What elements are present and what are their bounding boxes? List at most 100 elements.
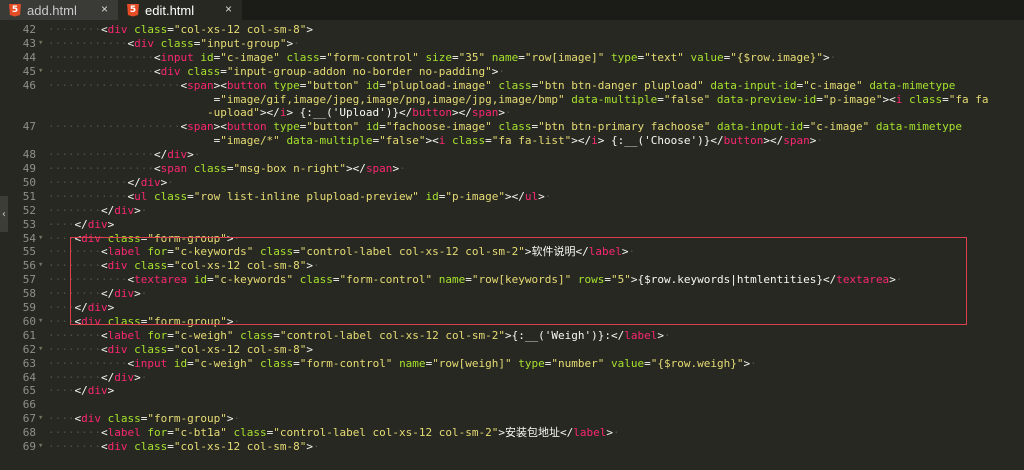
code-line: ········<div class="col-xs-12 col-sm-8">…	[48, 259, 320, 272]
code-token: div	[107, 440, 128, 453]
code-token: class	[299, 273, 333, 287]
fold-arrow-icon[interactable]: ▾	[38, 65, 46, 78]
code-token: class	[240, 328, 274, 342]
code-token: class	[134, 342, 168, 356]
fold-arrow-icon[interactable]: ▾	[38, 259, 46, 272]
line-number: 44	[22, 50, 36, 64]
code-token: div	[87, 384, 108, 398]
code-token: div	[107, 342, 128, 356]
code-token: =	[167, 440, 174, 453]
code-token: id	[200, 50, 214, 64]
code-token: ············	[48, 356, 128, 370]
code-line: = "image/gif,image/jpeg,image/png,image/j…	[48, 92, 989, 106]
code-line: ····<div class="form-group">·	[48, 232, 240, 245]
fold-arrow-icon[interactable]: ▾	[38, 343, 46, 356]
code-token: input	[160, 50, 194, 64]
line-number: 43	[22, 36, 36, 50]
code-token: 软件说明	[531, 245, 576, 259]
code-token: "plupload-image"	[385, 78, 492, 92]
fold-arrow-icon[interactable]: ▾	[38, 37, 46, 50]
code-token: data-mimetype	[869, 78, 956, 92]
code-line: ········<div class="col-xs-12 col-sm-8">	[48, 343, 313, 356]
code-token: =	[379, 78, 386, 92]
code-token: =	[293, 356, 300, 370]
code-token: "form-group"	[147, 314, 227, 328]
code-token: ········	[48, 245, 101, 259]
code-token: =	[220, 64, 227, 78]
code-token: div	[160, 64, 181, 78]
code-line: ····<div class="form-group">·	[48, 412, 240, 425]
code-token: >	[889, 273, 896, 287]
code-token: "c-weigh"	[193, 356, 254, 370]
code-token: div	[114, 203, 135, 217]
code-token: id	[365, 120, 380, 134]
code-token: ············	[48, 36, 128, 50]
code-token: class	[107, 412, 141, 426]
code-token: "btn btn-danger plupload"	[538, 78, 704, 92]
code-token: "fa fa	[948, 92, 989, 106]
fold-arrow-icon[interactable]: ▾	[38, 315, 46, 328]
code-token: for	[147, 328, 168, 342]
code-token: =	[187, 356, 194, 370]
code-token: ····················	[48, 120, 181, 134]
code-token: class	[107, 314, 141, 328]
code-token: >	[306, 342, 313, 356]
code-token: >	[107, 301, 115, 314]
code-token: ·	[233, 412, 241, 426]
code-token: ········	[48, 287, 101, 301]
code-token: span	[783, 134, 810, 148]
code-token: ><	[213, 78, 227, 92]
code-line: ····</div>	[48, 384, 114, 397]
code-line: ····<div class="form-group">·	[48, 315, 240, 328]
code-token: ·	[750, 356, 757, 370]
tab-edit-html[interactable]: 5 edit.html ×	[118, 0, 242, 20]
code-line: ····················<span><button type="…	[48, 120, 962, 133]
code-token: ·	[140, 287, 148, 301]
code-token: "35"	[458, 50, 486, 64]
code-token: >	[107, 217, 115, 231]
code-line: ········<label for="c-weigh" class="cont…	[48, 329, 671, 342]
code-token: ></	[571, 134, 592, 148]
code-token: "number"	[551, 356, 605, 370]
line-number: 60	[22, 314, 36, 328]
sidebar-toggle-icon[interactable]: ‹	[0, 196, 8, 232]
line-number: 48	[22, 148, 36, 162]
code-token: class	[259, 245, 294, 259]
code-token: textarea	[134, 273, 188, 287]
code-editor[interactable]: 42 43 ▾ 44 45 ▾ 46 47 48 49 50 51 52 53 54 ▾ 55 56 ▾ 57 58 59…	[0, 20, 1024, 470]
code-token: div	[87, 301, 108, 314]
tab-add-html[interactable]: 5 add.html ×	[0, 0, 118, 20]
line-number: 45	[22, 64, 36, 78]
code-token: class	[134, 23, 168, 36]
fold-arrow-icon[interactable]: ▾	[38, 412, 46, 425]
close-icon[interactable]: ×	[225, 2, 232, 16]
fold-arrow-icon[interactable]: ▾	[38, 440, 46, 453]
code-token: class	[498, 120, 532, 134]
code-token: ········	[48, 203, 101, 217]
code-token: name	[399, 356, 426, 370]
code-token: div	[114, 287, 135, 301]
code-token: <	[100, 440, 108, 453]
line-number: 42	[22, 23, 36, 36]
code-line: ············<input id="c-weigh" class="f…	[48, 357, 757, 370]
code-line: ········</div>·	[48, 287, 147, 300]
code-token: type	[518, 356, 545, 370]
code-token: value	[611, 356, 645, 370]
code-token: <	[100, 328, 108, 342]
code-token: class	[134, 440, 168, 453]
close-icon[interactable]: ×	[101, 2, 108, 16]
code-token: "row[image]"	[524, 50, 605, 64]
code-token: div	[107, 23, 128, 36]
code-line: ············</div>·	[48, 176, 174, 189]
code-token: ····················	[48, 78, 181, 92]
code-token: <	[100, 23, 108, 36]
fold-arrow-icon[interactable]: ▾	[38, 232, 46, 245]
code-token: class	[452, 134, 486, 148]
line-number: 61	[22, 328, 36, 342]
